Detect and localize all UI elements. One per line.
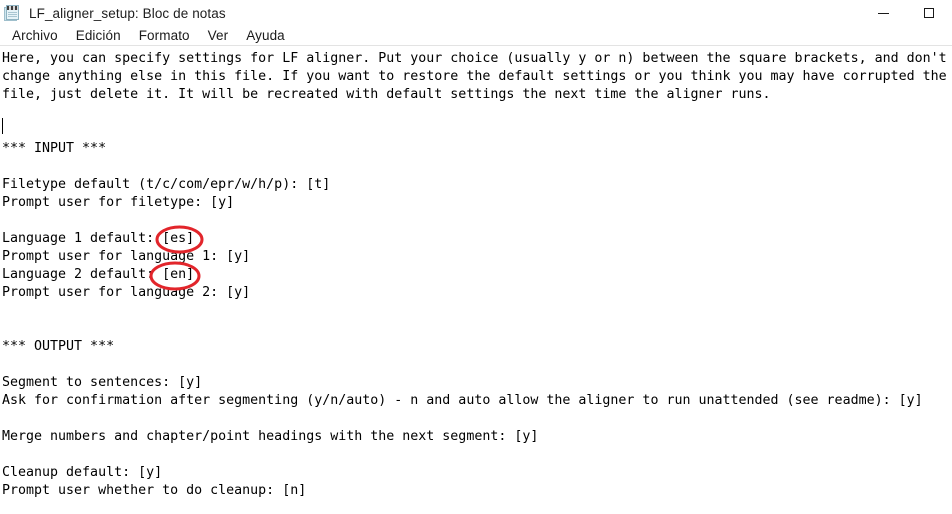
- text-line: Prompt user for filetype: [y]: [2, 195, 235, 210]
- document-text[interactable]: Here, you can specify settings for LF al…: [0, 50, 952, 500]
- text-line: Prompt user for language 2: [y]: [2, 285, 251, 300]
- notepad-icon: [4, 4, 21, 22]
- text-line: [2, 104, 952, 122]
- text-line: Here, you can specify settings for LF al…: [2, 51, 947, 66]
- text-line: [2, 410, 952, 428]
- menu-item-archivo[interactable]: Archivo: [3, 26, 67, 45]
- maximize-icon: [924, 8, 934, 18]
- text-line: Segment to sentences: [y]: [2, 375, 203, 390]
- text-editor-area[interactable]: Here, you can specify settings for LF al…: [0, 46, 952, 514]
- text-line: file, just delete it. It will be recreat…: [2, 87, 771, 102]
- window-controls: [860, 0, 952, 26]
- minimize-icon: [877, 12, 889, 14]
- text-line: Prompt user for language 1: [y]: [2, 249, 251, 264]
- text-line: Ask for confirmation after segmenting (y…: [2, 393, 923, 408]
- text-line: [2, 320, 952, 338]
- text-line: [2, 158, 952, 176]
- menu-item-ayuda[interactable]: Ayuda: [237, 26, 294, 45]
- text-line: [2, 212, 952, 230]
- text-line: *** INPUT ***: [2, 141, 107, 156]
- minimize-button[interactable]: [860, 0, 906, 26]
- text-line: [2, 446, 952, 464]
- text-line: Language 2 default: [en]: [2, 267, 195, 282]
- text-line: *** OUTPUT ***: [2, 339, 115, 354]
- text-line: Language 1 default: [es]: [2, 231, 195, 246]
- title-bar[interactable]: LF_aligner_setup: Bloc de notas: [0, 0, 952, 26]
- text-line: Merge numbers and chapter/point headings…: [2, 429, 539, 444]
- text-line: [2, 356, 952, 374]
- text-line: Prompt user whether to do cleanup: [n]: [2, 483, 307, 498]
- text-caret: [2, 118, 3, 134]
- text-line: Filetype default (t/c/com/epr/w/h/p): [t…: [2, 177, 331, 192]
- text-line: change anything else in this file. If yo…: [2, 69, 947, 84]
- text-line: Cleanup default: [y]: [2, 465, 163, 480]
- window-title: LF_aligner_setup: Bloc de notas: [29, 5, 226, 21]
- text-line: [2, 302, 952, 320]
- menu-bar: Archivo Edición Formato Ver Ayuda: [0, 26, 952, 45]
- text-line: [2, 122, 952, 140]
- menu-item-formato[interactable]: Formato: [130, 26, 199, 45]
- menu-item-ver[interactable]: Ver: [199, 26, 238, 45]
- notepad-window: LF_aligner_setup: Bloc de notas Archivo …: [0, 0, 952, 514]
- maximize-button[interactable]: [906, 0, 952, 26]
- menu-item-edicion[interactable]: Edición: [67, 26, 130, 45]
